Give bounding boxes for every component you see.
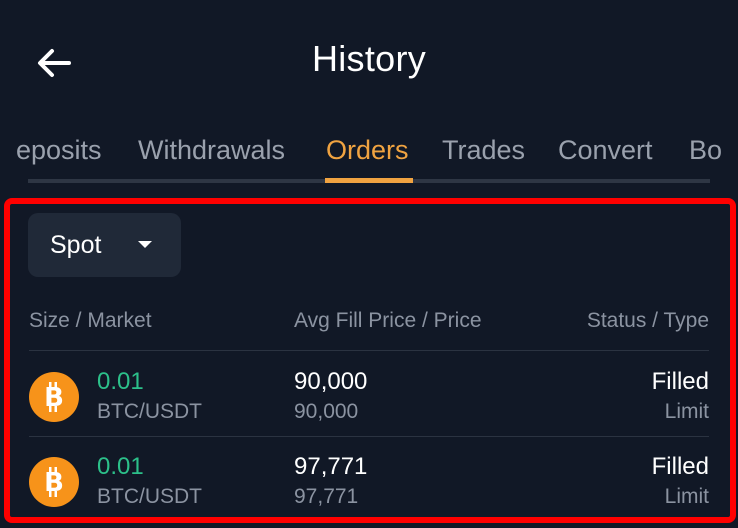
order-type: Limit: [664, 485, 709, 508]
caret-down-icon: [138, 241, 152, 248]
avg-fill-price: 97,771: [294, 453, 368, 480]
bitcoin-icon: B: [29, 457, 79, 507]
tab-withdrawals[interactable]: Withdrawals: [138, 135, 285, 166]
tab-convert[interactable]: Convert: [558, 135, 653, 166]
svg-text:B: B: [44, 383, 64, 413]
tab-bonus[interactable]: Bo: [689, 135, 722, 166]
order-status: Filled: [651, 453, 709, 480]
table-row[interactable]: B 0.01 BTC/USDT 97,771 97,771 Filled Lim…: [0, 437, 738, 521]
order-size: 0.01: [97, 453, 144, 480]
order-status: Filled: [651, 368, 709, 395]
avg-fill-price: 90,000: [294, 368, 368, 395]
tab-trades[interactable]: Trades: [442, 135, 525, 166]
column-header-price: Avg Fill Price / Price: [294, 309, 482, 332]
order-type: Limit: [664, 400, 709, 423]
market-type-label: Spot: [50, 230, 102, 259]
market-type-dropdown[interactable]: Spot: [28, 213, 181, 277]
order-price: 90,000: [294, 400, 359, 423]
table-row[interactable]: B 0.01 BTC/USDT 90,000 90,000 Filled Lim…: [0, 352, 738, 436]
tab-active-indicator: [325, 178, 413, 183]
tab-deposits[interactable]: eposits: [16, 135, 102, 166]
bitcoin-icon: B: [29, 372, 79, 422]
column-header-size-market: Size / Market: [29, 309, 152, 332]
svg-text:B: B: [44, 468, 64, 498]
page-title: History: [311, 38, 427, 79]
order-market: BTC/USDT: [97, 400, 202, 423]
column-header-status-type: Status / Type: [586, 309, 709, 332]
order-size: 0.01: [97, 368, 144, 395]
tab-orders[interactable]: Orders: [326, 135, 409, 166]
order-price: 97,771: [294, 485, 359, 508]
table-divider: [29, 350, 709, 351]
order-market: BTC/USDT: [97, 485, 202, 508]
history-tabs: eposits Withdrawals Orders Trades Conver…: [0, 130, 738, 184]
history-screen: History eposits Withdrawals Orders Trade…: [0, 0, 738, 528]
